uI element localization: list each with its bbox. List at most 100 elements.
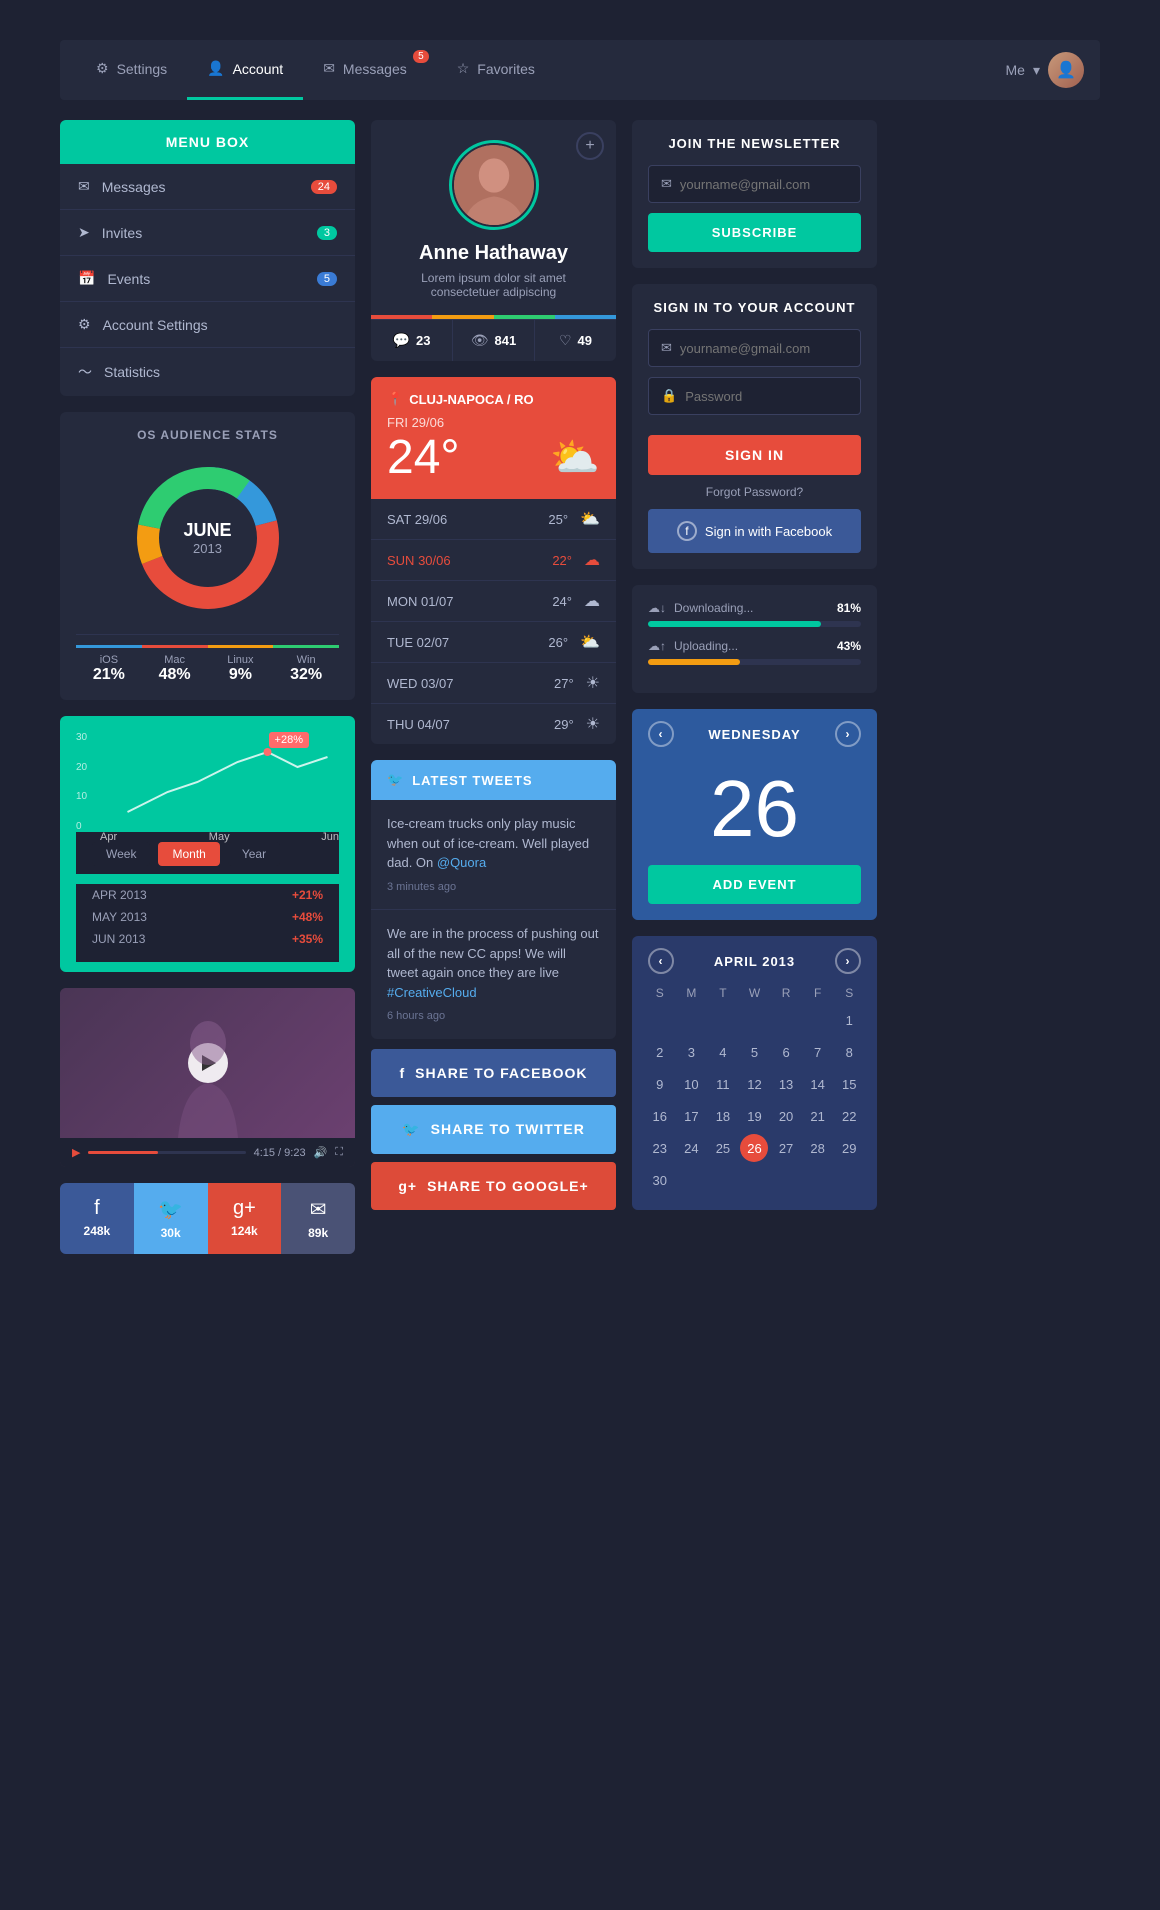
- social-facebook[interactable]: f 248k: [60, 1183, 134, 1254]
- cal-day-8[interactable]: 8: [835, 1038, 863, 1066]
- menu-item-events[interactable]: 📅 Events 5: [60, 256, 355, 302]
- cal-day-1[interactable]: 1: [835, 1006, 863, 1034]
- social-twitter[interactable]: 🐦 30k: [134, 1183, 208, 1254]
- cal-day-4[interactable]: 4: [709, 1038, 737, 1066]
- cal-month-prev-button[interactable]: ‹: [648, 948, 674, 974]
- os-mac: Mac 48%: [142, 645, 208, 684]
- line-chart-svg: [96, 732, 355, 822]
- cal-day-15[interactable]: 15: [835, 1070, 863, 1098]
- cal-next-button[interactable]: ›: [835, 721, 861, 747]
- chart-btn-week[interactable]: Week: [92, 842, 150, 866]
- video-progress-bar[interactable]: [88, 1151, 245, 1154]
- donut-month: JUNE: [183, 520, 231, 541]
- left-column: MENU BOX ✉ Messages 24 ➤ Invites 3 📅 Eve…: [60, 120, 355, 1254]
- chart-may-label: MAY 2013: [92, 910, 147, 924]
- cal-day-25[interactable]: 25: [709, 1134, 737, 1162]
- fullscreen-icon[interactable]: ⛶: [335, 1146, 343, 1159]
- cal-day-6[interactable]: 6: [772, 1038, 800, 1066]
- tab-settings[interactable]: ⚙ Settings: [76, 40, 187, 100]
- cal-day-17[interactable]: 17: [677, 1102, 705, 1130]
- dropdown-icon: ▾: [1033, 62, 1040, 79]
- cal-day-18[interactable]: 18: [709, 1102, 737, 1130]
- cal-day-27[interactable]: 27: [772, 1134, 800, 1162]
- tweets-header: 🐦 LATEST TWEETS: [371, 760, 616, 800]
- signin-password-input[interactable]: [685, 389, 848, 404]
- chart-btn-month[interactable]: Month: [158, 842, 219, 866]
- cal-day-11[interactable]: 11: [709, 1070, 737, 1098]
- view-count: 841: [495, 333, 517, 348]
- cal-day-21[interactable]: 21: [804, 1102, 832, 1130]
- cal-day-28[interactable]: 28: [804, 1134, 832, 1162]
- cal-day-30[interactable]: 30: [646, 1166, 674, 1194]
- social-google-plus[interactable]: g+ 124k: [208, 1183, 282, 1254]
- newsletter-email-input[interactable]: [680, 177, 848, 192]
- cal-day-26-today[interactable]: 26: [740, 1134, 768, 1162]
- volume-icon[interactable]: 🔊: [314, 1146, 328, 1159]
- menu-messages-badge: 24: [311, 180, 337, 194]
- tab-account-label: Account: [233, 61, 284, 77]
- menu-send-icon: ➤: [78, 224, 90, 241]
- share-googleplus-button[interactable]: g+ SHARE TO GOOGLE+: [371, 1162, 616, 1210]
- share-facebook-button[interactable]: f SHARE TO FACEBOOK: [371, 1049, 616, 1097]
- newsletter-email-field[interactable]: ✉: [648, 165, 861, 203]
- menu-stats-icon: 〜: [78, 362, 92, 382]
- tab-favorites-label: Favorites: [477, 61, 535, 77]
- video-controls: ▶ 4:15 / 9:23 🔊 ⛶: [60, 1138, 355, 1167]
- add-event-button[interactable]: ADD EVENT: [648, 865, 861, 904]
- sign-in-button[interactable]: SIGN IN: [648, 435, 861, 475]
- os-ios: iOS 21%: [76, 645, 142, 684]
- cal-day-20[interactable]: 20: [772, 1102, 800, 1130]
- social-email[interactable]: ✉ 89k: [281, 1183, 355, 1254]
- cal-day-23[interactable]: 23: [646, 1134, 674, 1162]
- newsletter-panel: JOIN THE NEWSLETTER ✉ SUBSCRIBE: [632, 120, 877, 268]
- profile-avatar: [454, 145, 534, 225]
- subscribe-button[interactable]: SUBSCRIBE: [648, 213, 861, 252]
- tab-account[interactable]: 👤 Account: [187, 40, 303, 100]
- cal-day-2[interactable]: 2: [646, 1038, 674, 1066]
- menu-item-statistics[interactable]: 〜 Statistics: [60, 348, 355, 396]
- profile-add-button[interactable]: +: [576, 132, 604, 160]
- video-time: 4:15 / 9:23: [254, 1147, 306, 1159]
- cal-day-3[interactable]: 3: [677, 1038, 705, 1066]
- signin-email-field[interactable]: ✉: [648, 329, 861, 367]
- weather-row-4: WED 03/07 27° ☀: [371, 663, 616, 704]
- download-header: ☁↓ Downloading... 81%: [648, 601, 861, 615]
- cal-day-24[interactable]: 24: [677, 1134, 705, 1162]
- user-menu[interactable]: Me ▾ 👤: [1006, 52, 1084, 88]
- cal-day-13[interactable]: 13: [772, 1070, 800, 1098]
- tab-favorites[interactable]: ☆ Favorites: [437, 40, 555, 100]
- chart-btn-year[interactable]: Year: [228, 842, 280, 866]
- cal-day-12[interactable]: 12: [740, 1070, 768, 1098]
- cal-day-22[interactable]: 22: [835, 1102, 863, 1130]
- cal-month-next-button[interactable]: ›: [835, 948, 861, 974]
- signin-password-field[interactable]: 🔒: [648, 377, 861, 415]
- menu-item-messages[interactable]: ✉ Messages 24: [60, 164, 355, 210]
- share-twitter-button[interactable]: 🐦 SHARE TO TWITTER: [371, 1105, 616, 1154]
- chart-peak-label: +28%: [269, 732, 309, 748]
- menu-item-invites[interactable]: ➤ Invites 3: [60, 210, 355, 256]
- cal-day-10[interactable]: 10: [677, 1070, 705, 1098]
- tab-messages[interactable]: ✉ Messages 5: [303, 40, 437, 100]
- menu-box: MENU BOX ✉ Messages 24 ➤ Invites 3 📅 Eve…: [60, 120, 355, 396]
- tweet-0-link[interactable]: @Quora: [437, 855, 486, 870]
- cal-day-19[interactable]: 19: [740, 1102, 768, 1130]
- forgot-password-link[interactable]: Forgot Password?: [648, 485, 861, 499]
- user-icon: 👤: [207, 60, 224, 77]
- cal-day-14[interactable]: 14: [804, 1070, 832, 1098]
- play-icon[interactable]: ▶: [72, 1146, 80, 1159]
- menu-item-account-settings[interactable]: ⚙ Account Settings: [60, 302, 355, 348]
- cal-day-29[interactable]: 29: [835, 1134, 863, 1162]
- cal-day-7[interactable]: 7: [804, 1038, 832, 1066]
- signin-email-input[interactable]: [680, 341, 848, 356]
- twitter-icon: 🐦: [387, 772, 404, 788]
- tweet-1-link[interactable]: #CreativeCloud: [387, 985, 477, 1000]
- color-bar-blue: [555, 315, 616, 319]
- cal-day-16[interactable]: 16: [646, 1102, 674, 1130]
- cal-day-5[interactable]: 5: [740, 1038, 768, 1066]
- cal-prev-button[interactable]: ‹: [648, 721, 674, 747]
- tweet-0-time: 3 minutes ago: [387, 879, 600, 896]
- weather-forecast: SAT 29/06 25° ⛅ SUN 30/06 22° ☁ MON 01/0…: [371, 499, 616, 744]
- cal-day-9[interactable]: 9: [646, 1070, 674, 1098]
- fb-signin-button[interactable]: f Sign in with Facebook: [648, 509, 861, 553]
- chart-jun-label: JUN 2013: [92, 932, 145, 946]
